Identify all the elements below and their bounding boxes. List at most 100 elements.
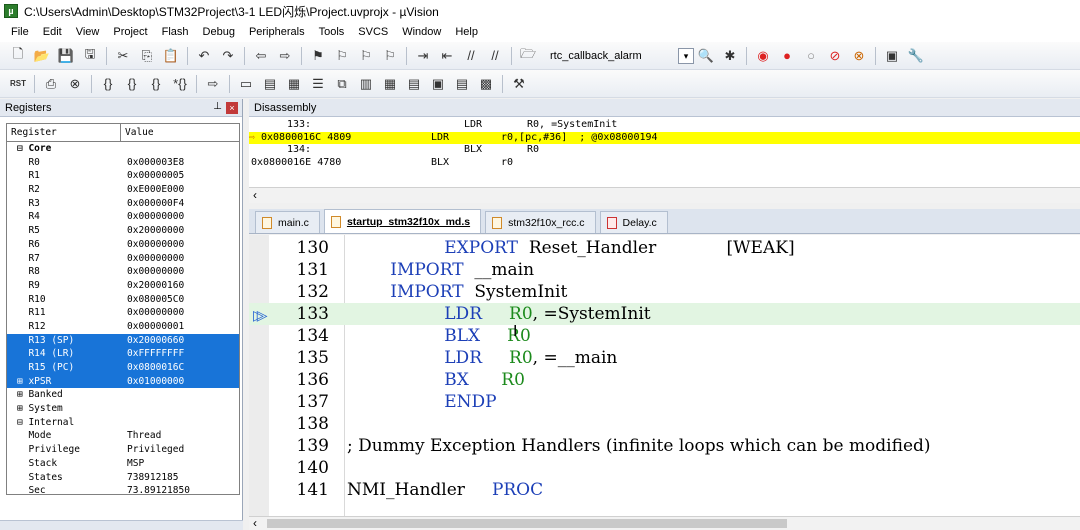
code-line[interactable]: 130 EXPORT Reset_Handler [WEAK] (249, 237, 1080, 259)
open-file-icon[interactable]: 📂 (32, 46, 52, 66)
comment-icon[interactable]: // (461, 46, 481, 66)
register-value[interactable]: 738912185 (127, 471, 239, 485)
register-row[interactable]: R14 (LR) 0xFFFFFFFF (7, 347, 239, 361)
uncomment-icon[interactable]: // (485, 46, 505, 66)
code-line[interactable]: 136 BX R0 (249, 369, 1080, 391)
copy-icon[interactable]: ⎘ (137, 46, 157, 66)
menu-peripherals[interactable]: Peripherals (242, 26, 312, 38)
code-line[interactable]: 132 IMPORT SystemInit (249, 281, 1080, 303)
register-row[interactable]: ⊞ System (7, 402, 239, 416)
window-layout-icon[interactable]: ▣ (882, 46, 902, 66)
unindent-icon[interactable]: ⇤ (437, 46, 457, 66)
symbols-window-icon[interactable]: ▦ (284, 74, 304, 94)
menu-window[interactable]: Window (395, 26, 448, 38)
system-viewer-icon[interactable]: ▩ (476, 74, 496, 94)
register-value[interactable]: 0x00000000 (127, 265, 239, 279)
editor-tab[interactable]: startup_stm32f10x_md.s (323, 209, 482, 233)
register-row[interactable]: R2 0xE000E000 (7, 183, 239, 197)
code-line[interactable]: 139 ; Dummy Exception Handlers (infinite … (249, 435, 1080, 457)
register-row[interactable]: ⊞ Banked (7, 388, 239, 402)
save-icon[interactable]: 💾 (56, 46, 76, 66)
trace-window-icon[interactable]: ▤ (452, 74, 472, 94)
watch-window-icon[interactable]: ▥ (356, 74, 376, 94)
register-value[interactable]: 0x00000000 (127, 252, 239, 266)
disassembly-window-icon[interactable]: ▤ (260, 74, 280, 94)
memory-window-icon[interactable]: ▦ (380, 74, 400, 94)
new-file-icon[interactable]: 🗋 (8, 46, 28, 66)
chevron-down-icon[interactable]: ▾ (678, 47, 694, 64)
debug-session-icon[interactable]: ◉ (753, 46, 773, 66)
editor-tab[interactable]: stm32f10x_rcc.c (485, 211, 596, 233)
menu-view[interactable]: View (69, 26, 107, 38)
code-line[interactable]: 138 (249, 413, 1080, 435)
bookmark-icon[interactable]: ⚑ (308, 46, 328, 66)
disassembly-scrollbar[interactable]: ‹ (249, 187, 1080, 203)
register-row[interactable]: Sec 73.89121850 (7, 484, 239, 494)
step-over-icon[interactable]: {} (122, 74, 142, 94)
disassembly-line[interactable]: 0x0800016E 4780 BLX r0 (249, 157, 1080, 170)
register-value[interactable]: 0x00000000 (127, 306, 239, 320)
kill-all-breakpoints-icon[interactable]: ⊗ (849, 46, 869, 66)
code-line[interactable]: 140 (249, 457, 1080, 479)
register-value[interactable] (127, 416, 239, 430)
register-value[interactable]: 0x20000160 (127, 279, 239, 293)
disable-breakpoint-icon[interactable]: ○ (801, 46, 821, 66)
register-row[interactable]: ⊞ xPSR 0x01000000 (7, 374, 239, 389)
register-value[interactable] (127, 388, 239, 402)
register-row[interactable]: ⊟ Core (7, 142, 239, 156)
menu-svcs[interactable]: SVCS (351, 26, 395, 38)
register-row[interactable]: R5 0x20000000 (7, 224, 239, 238)
code-line[interactable]: 131 IMPORT __main (249, 259, 1080, 281)
register-value[interactable]: 0x000000F4 (127, 197, 239, 211)
register-value[interactable]: 0x00000000 (127, 238, 239, 252)
menu-flash[interactable]: Flash (155, 26, 196, 38)
serial-window-icon[interactable]: ▤ (404, 74, 424, 94)
prev-bookmark-icon[interactable]: ⚐ (332, 46, 352, 66)
editor-tab[interactable]: Delay.c (599, 211, 668, 233)
code-line[interactable]: 137 ENDP (249, 391, 1080, 413)
register-row[interactable]: R7 0x00000000 (7, 252, 239, 266)
register-row[interactable]: R6 0x00000000 (7, 238, 239, 252)
find-in-files-icon[interactable]: 🗁 (518, 46, 538, 66)
disassembly-current-line[interactable]: ⇨ 0x0800016C 4809 LDR r0,[pc,#36] ; @0x0800… (249, 131, 1080, 144)
editor-scrollbar[interactable]: ‹ (249, 516, 1080, 530)
register-row[interactable]: States 738912185 (7, 471, 239, 485)
code-line[interactable]: 141 NMI_Handler PROC (249, 479, 1080, 501)
register-value[interactable]: 0x080005C0 (127, 293, 239, 307)
register-value[interactable] (127, 142, 239, 156)
register-value[interactable]: 0x20000660 (127, 334, 239, 348)
next-bookmark-icon[interactable]: ⚐ (356, 46, 376, 66)
command-window-icon[interactable]: ▭ (236, 74, 256, 94)
register-value[interactable]: Thread (127, 429, 239, 443)
register-row[interactable]: R13 (SP) 0x20000660 (7, 333, 239, 348)
register-row[interactable]: Stack MSP (7, 457, 239, 471)
register-value[interactable]: 73.89121850 (127, 484, 239, 494)
configure-icon[interactable]: 🔧 (906, 46, 926, 66)
register-value[interactable]: 0x00000001 (127, 320, 239, 334)
register-value[interactable]: 0x0800016C (127, 361, 239, 375)
stop-icon[interactable]: ⊗ (65, 74, 85, 94)
disassembly-line[interactable]: 133: LDR R0, =SystemInit (249, 119, 1080, 132)
editor-tab[interactable]: main.c (255, 211, 320, 233)
register-row[interactable]: R4 0x00000000 (7, 210, 239, 224)
register-value[interactable]: 0x000003E8 (127, 156, 239, 170)
show-next-statement-icon[interactable]: ⇨ (203, 74, 223, 94)
register-row[interactable]: R10 0x080005C0 (7, 293, 239, 307)
register-value[interactable]: 0x00000005 (127, 169, 239, 183)
menu-help[interactable]: Help (448, 26, 485, 38)
nav-forward-icon[interactable]: ⇨ (275, 46, 295, 66)
run-to-cursor-icon[interactable]: *{} (170, 74, 190, 94)
register-value[interactable]: MSP (127, 457, 239, 471)
step-into-icon[interactable]: {} (98, 74, 118, 94)
disassembly-line[interactable]: 134: BLX R0 (249, 144, 1080, 157)
clear-bookmarks-icon[interactable]: ⚐ (380, 46, 400, 66)
register-column-header[interactable]: Register (7, 124, 121, 141)
step-out-icon[interactable]: {} (146, 74, 166, 94)
menu-debug[interactable]: Debug (196, 26, 242, 38)
code-editor[interactable]: 130 EXPORT Reset_Handler [WEAK] 131 IMPOR… (249, 235, 1080, 530)
cut-icon[interactable]: ✂ (113, 46, 133, 66)
toolbox-icon[interactable]: ⚒ (509, 74, 529, 94)
register-row[interactable]: R3 0x000000F4 (7, 197, 239, 211)
scroll-left-icon[interactable]: ‹ (253, 516, 257, 530)
register-row[interactable]: R9 0x20000160 (7, 279, 239, 293)
